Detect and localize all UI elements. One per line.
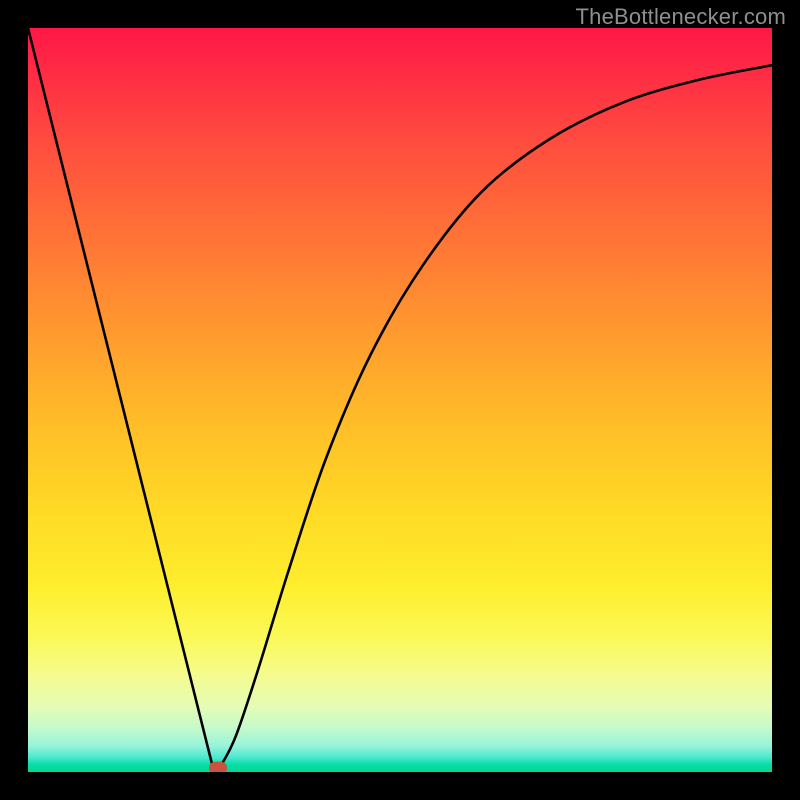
bottleneck-curve — [28, 28, 772, 772]
plot-area — [28, 28, 772, 772]
attribution-label: TheBottlenecker.com — [576, 4, 786, 30]
chart-frame: TheBottlenecker.com — [0, 0, 800, 800]
optimum-marker-icon — [209, 762, 227, 773]
curve-layer — [28, 28, 772, 772]
